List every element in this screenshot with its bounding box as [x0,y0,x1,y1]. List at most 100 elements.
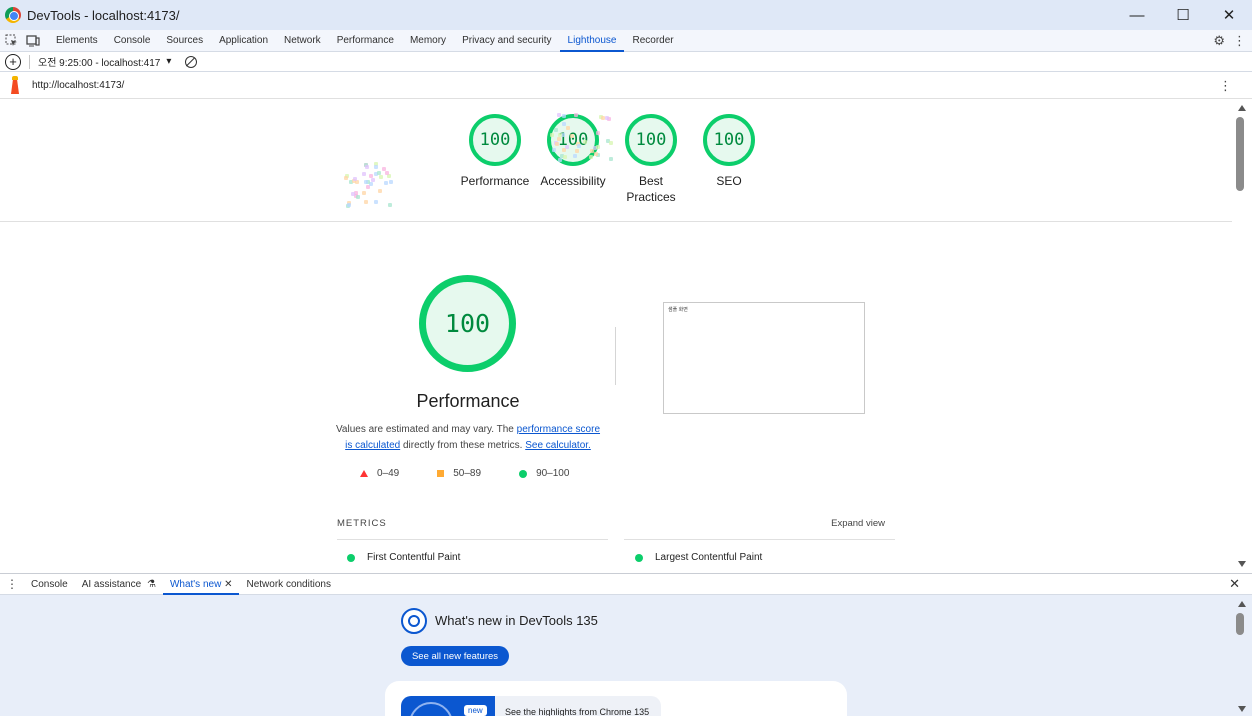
drawer-tabbar: ⋮ Console AI assistance ⚗ What's new ✕ N… [0,573,1252,595]
confetti-piece [555,142,559,146]
confetti-piece [557,113,561,117]
devtools-logo-icon [401,608,427,634]
device-toggle-icon[interactable] [22,30,44,52]
clear-reports-icon[interactable] [185,55,198,68]
confetti-piece [574,113,578,117]
circle-icon [519,469,528,478]
chevron-down-icon: ▾ [166,56,172,67]
scroll-up-icon[interactable] [1238,601,1246,607]
performance-title: Performance [416,391,520,411]
drawer-tab-network-conditions[interactable]: Network conditions [239,574,337,595]
confetti-piece [362,172,366,176]
performance-score-gauge: 100 [419,275,516,372]
see-all-features-button[interactable]: See all new features [401,646,509,666]
window-controls: — ☐ ✕ [1114,0,1252,30]
confetti-piece [347,203,351,207]
tab-privacy-security[interactable]: Privacy and security [454,30,559,52]
close-tab-icon[interactable]: ✕ [224,579,232,590]
drawer-menu-icon[interactable]: ⋮ [0,577,24,591]
inspect-element-icon[interactable] [0,30,22,52]
confetti-piece [583,140,587,144]
confetti-piece [364,180,368,184]
vertical-divider [615,327,616,385]
minimize-button[interactable]: — [1114,0,1160,30]
confetti-piece [575,149,579,153]
more-options-icon[interactable]: ⋮ [1233,33,1246,49]
tab-recorder[interactable]: Recorder [624,30,681,52]
report-url[interactable]: http://localhost:4173/ [32,80,124,91]
confetti-piece [570,134,574,138]
confetti-piece [573,154,577,158]
confetti-piece [566,126,570,130]
tab-network[interactable]: Network [276,30,329,52]
confetti-piece [371,178,375,182]
toolbar-right: ⚙ ⋮ [1213,30,1246,52]
scroll-thumb[interactable] [1236,613,1244,635]
drawer-tab-ai-assistance[interactable]: AI assistance ⚗ [75,574,163,595]
tab-lighthouse[interactable]: Lighthouse [559,30,625,52]
close-drawer-icon[interactable]: ✕ [1229,576,1240,592]
tab-console[interactable]: Console [106,30,159,52]
scroll-up-icon[interactable] [1238,105,1246,111]
confetti-decoration [344,159,394,211]
metric-lcp: Largest Contentful Paint [635,552,762,563]
window-title: DevTools - localhost:4173/ [27,7,180,23]
gauge-best-practices[interactable]: 100 Best Practices [612,114,690,205]
settings-gear-icon[interactable]: ⚙ [1213,33,1225,49]
confetti-piece [558,133,562,137]
sticky-header-divider [0,221,1232,222]
confetti-piece [351,192,355,196]
final-screenshot-thumbnail[interactable]: 샘플 화면 [663,302,865,414]
see-calculator-link[interactable]: See calculator. [525,440,591,451]
expand-view-toggle[interactable]: Expand view [831,518,885,529]
metric-label: First Contentful Paint [367,552,461,563]
gauge-performance[interactable]: 100 Performance [456,114,534,205]
confetti-piece [374,200,378,204]
report-select[interactable]: 오전 9:25:00 - localhost:417 ▾ [38,54,171,69]
report-content: 100 Performance 100 Accessibility 100 Be… [0,99,1232,571]
desc-text: Values are estimated and may vary. The [335,424,517,435]
metrics-header: METRICS Expand view [337,518,885,529]
tab-performance[interactable]: Performance [329,30,402,52]
score-legend: 0–49 50–89 90–100 [360,468,607,479]
gauge-label: Best Practices [626,174,676,204]
legend-pass: 90–100 [519,468,569,479]
lighthouse-report-bar: + 오전 9:25:00 - localhost:417 ▾ [0,52,1252,72]
confetti-piece [565,145,569,149]
close-window-button[interactable]: ✕ [1206,0,1252,30]
confetti-piece [382,167,386,171]
whats-new-title: What's new in DevTools 135 [435,613,598,628]
legend-range: 0–49 [377,468,400,479]
confetti-piece [365,165,369,169]
tab-memory[interactable]: Memory [402,30,454,52]
drawer-tab-console[interactable]: Console [24,574,75,595]
tab-sources[interactable]: Sources [158,30,211,52]
legend-fail: 0–49 [360,468,399,479]
confetti-piece [378,189,382,193]
flask-icon: ⚗ [146,578,156,590]
pass-circle-icon [635,553,643,562]
whats-new-panel: What's new in DevTools 135 See all new f… [0,595,1252,716]
scroll-down-icon[interactable] [1238,561,1246,567]
maximize-button[interactable]: ☐ [1160,0,1206,30]
report-scrollbar[interactable] [1232,99,1252,571]
confetti-piece [563,155,567,159]
confetti-piece [353,177,357,181]
gauge-seo[interactable]: 100 SEO [690,114,768,205]
confetti-piece [609,141,613,145]
divider [337,539,608,540]
performance-description: Values are estimated and may vary. The p… [332,422,604,454]
report-url-bar: http://localhost:4173/ ⋮ [0,72,1252,99]
square-icon [437,470,445,477]
scroll-down-icon[interactable] [1238,706,1246,712]
tab-application[interactable]: Application [211,30,276,52]
scroll-thumb[interactable] [1236,117,1244,191]
chrome-icon [5,7,21,23]
tab-elements[interactable]: Elements [48,30,106,52]
window-titlebar: DevTools - localhost:4173/ — ☐ ✕ [0,0,1252,30]
report-menu-icon[interactable]: ⋮ [1219,78,1232,94]
new-report-button[interactable]: + [5,53,21,70]
confetti-piece [596,131,600,135]
drawer-tab-whats-new[interactable]: What's new ✕ [162,574,240,595]
drawer-scrollbar[interactable] [1232,595,1252,716]
